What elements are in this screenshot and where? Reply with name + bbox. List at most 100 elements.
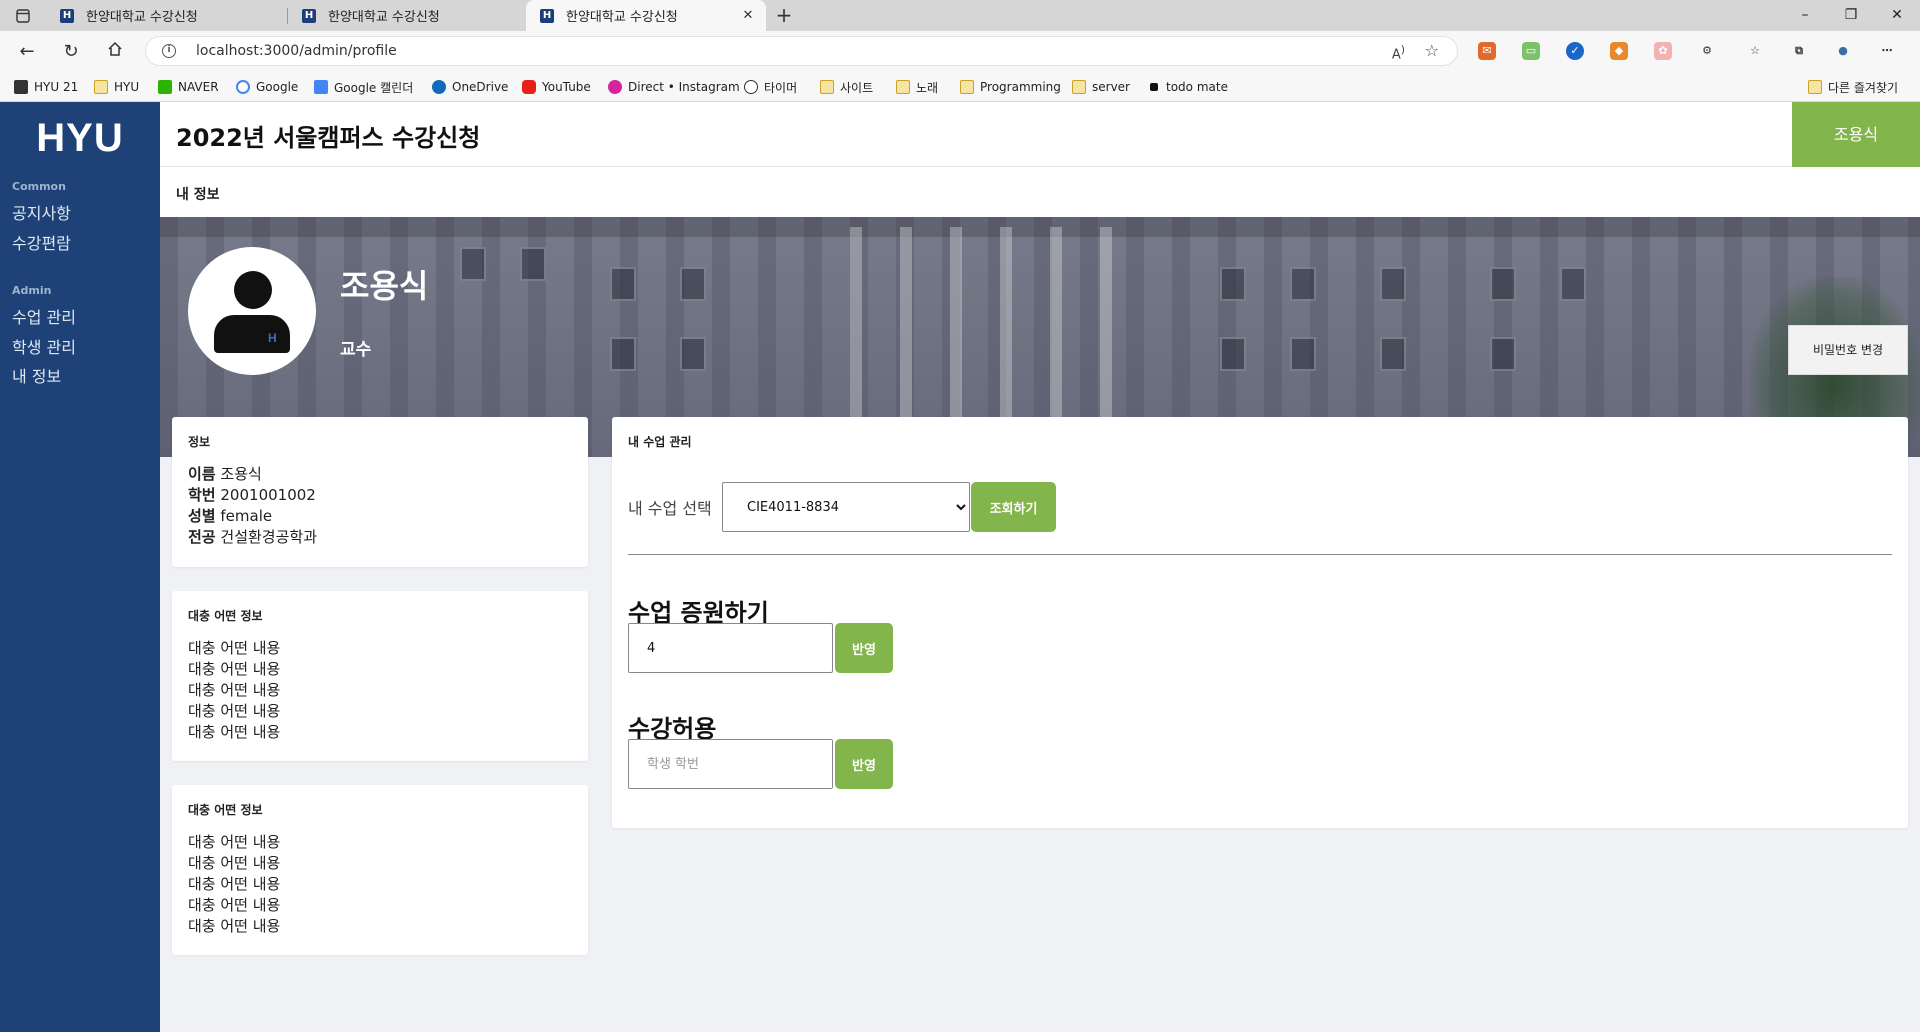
favorites-icon[interactable]: ☆ [1746,42,1764,60]
student-id-input[interactable] [628,739,833,789]
profile-name: 조용식 [340,267,429,305]
apply-permit-button[interactable]: 반영 [835,739,893,789]
onedrive-icon [432,80,446,94]
hyu21-icon [14,80,28,94]
minimize-icon[interactable]: – [1782,0,1828,31]
extension-flower-icon[interactable]: ✿ [1654,42,1672,60]
change-password-button[interactable]: 비밀번호 변경 [1788,325,1908,375]
other-bookmarks[interactable]: 다른 즐겨찾기 [1808,77,1898,97]
misc-card-line: 대충 어떤 내용 [188,702,281,720]
site-info-icon[interactable]: i [162,44,176,58]
bookmark-item[interactable]: Programming [960,77,1061,97]
collections-icon[interactable]: ⧉ [1790,42,1808,60]
bookmark-item[interactable]: 사이트 [820,77,873,97]
browser-tab-active[interactable]: H 한양대학교 수강신청 ✕ [526,0,766,31]
folder-icon [94,80,108,94]
bookmark-item[interactable]: YouTube [522,77,591,97]
hero-background-window [1380,337,1406,371]
bookmark-item[interactable]: 노래 [896,77,938,97]
sidebar: HYU Common 공지사항 수강편람 Admin 수업 관리 학생 관리 내… [0,102,160,1032]
misc-card-lines: 대충 어떤 내용 대충 어떤 내용 대충 어떤 내용 대충 어떤 내용 대충 어… [188,638,280,743]
bookmark-item[interactable]: server [1072,77,1130,97]
misc-card-line: 대충 어떤 내용 [188,896,281,914]
more-menu-icon[interactable]: ⋯ [1878,42,1896,60]
browser-tab[interactable]: H 한양대학교 수강신청 ✕ [46,0,328,31]
close-window-icon[interactable]: ✕ [1874,0,1920,31]
misc-card-line: 대충 어떤 내용 [188,681,281,699]
restore-icon[interactable]: ❐ [1828,0,1874,31]
folder-icon [820,80,834,94]
misc-card-line: 대충 어떤 내용 [188,660,281,678]
apply-increase-button[interactable]: 반영 [835,623,893,673]
bookmark-item[interactable]: 타이머 [744,77,797,97]
sidebar-item-my-profile[interactable]: 내 정보 [12,363,61,387]
section-divider [628,554,1892,555]
course-select[interactable]: CIE4011-8834 [722,482,970,532]
extension-screen-icon[interactable]: ▭ [1522,42,1540,60]
tab-title: 한양대학교 수강신청 [86,10,198,25]
naver-icon [158,80,172,94]
add-favorite-icon[interactable]: ☆ [1425,41,1439,60]
hyu-favicon-icon: H [302,8,316,23]
page-title: 2022년 서울캠퍼스 수강신청 [176,124,481,152]
info-card-title: 정보 [188,435,211,449]
query-button[interactable]: 조회하기 [971,482,1056,532]
folder-icon [1072,80,1086,94]
user-icon [234,271,272,309]
bookmark-item[interactable]: OneDrive [432,77,508,97]
hero-background-window [610,267,636,301]
misc-card-line: 대충 어떤 내용 [188,875,281,893]
home-icon[interactable] [102,39,128,65]
misc-card-line: 대충 어떤 내용 [188,723,281,741]
address-bar: ← ↻ i localhost:3000/admin/profile A) ☆ … [0,31,1920,71]
tab-title: 한양대학교 수강신청 [328,10,440,25]
sidebar-item-notices[interactable]: 공지사항 [12,200,71,224]
hero-background-window [520,247,546,281]
sidebar-section-admin: Admin [12,284,52,297]
tab-actions-icon[interactable] [12,5,34,27]
bookmark-item[interactable]: Direct • Instagram [608,77,740,97]
misc-card-line: 대충 어떤 내용 [188,854,281,872]
hero-background-window [680,337,706,371]
back-icon[interactable]: ← [14,39,40,65]
sidebar-item-course-management[interactable]: 수업 관리 [12,304,76,328]
misc-card-line: 대충 어떤 내용 [188,833,281,851]
url-field[interactable]: i localhost:3000/admin/profile A) ☆ [145,36,1458,66]
google-icon [236,80,250,94]
refresh-icon[interactable]: ↻ [58,39,84,65]
capacity-increase-input[interactable] [628,623,833,673]
extensions-icon[interactable]: ⚙ [1698,42,1716,60]
info-fields: 이름 조용식 학번 2001001002 성별 female 전공 건설환경공학… [188,464,317,548]
hero-background-window [610,337,636,371]
folder-icon [1808,80,1822,94]
bookmark-item[interactable]: HYU [94,77,139,97]
sidebar-item-course-catalog[interactable]: 수강편람 [12,230,71,254]
instagram-icon [608,80,622,94]
bookmark-item[interactable]: HYU 21 [14,77,78,97]
bookmark-item[interactable]: Google 캘린더 [314,77,413,97]
extension-metamask-icon[interactable]: ◆ [1610,42,1628,60]
hyu-favicon-icon: H [60,8,74,23]
misc-card-line: 대충 어떤 내용 [188,917,281,935]
sidebar-item-student-management[interactable]: 학생 관리 [12,334,76,358]
close-tab-icon[interactable]: ✕ [740,8,756,23]
app-root: HYU Common 공지사항 수강편람 Admin 수업 관리 학생 관리 내… [0,102,1920,1032]
app-logo[interactable]: HYU [0,116,160,161]
bookmark-item[interactable]: todo mate [1146,77,1228,97]
extension-check-icon[interactable]: ✓ [1566,42,1584,60]
profile-role: 교수 [340,340,372,360]
calendar-icon [314,80,328,94]
info-field-major: 전공 건설환경공학과 [188,528,317,546]
misc-card-title: 대충 어떤 정보 [188,609,263,623]
course-select-label: 내 수업 선택 [628,499,712,518]
read-aloud-icon[interactable]: A) [1392,43,1405,62]
bookmark-item[interactable]: Google [236,77,298,97]
bookmark-item[interactable]: NAVER [158,77,219,97]
browser-tab-bar: H 한양대학교 수강신청 ✕ H 한양대학교 수강신청 ✕ H 한양대학교 수강… [0,0,1920,31]
timer-icon [744,80,758,94]
youtube-icon [522,80,536,94]
extension-rss-icon[interactable]: ✉ [1478,42,1496,60]
profile-icon[interactable]: ● [1834,42,1852,60]
new-tab-icon[interactable]: + [772,3,796,27]
user-button[interactable]: 조용식 [1792,102,1920,167]
